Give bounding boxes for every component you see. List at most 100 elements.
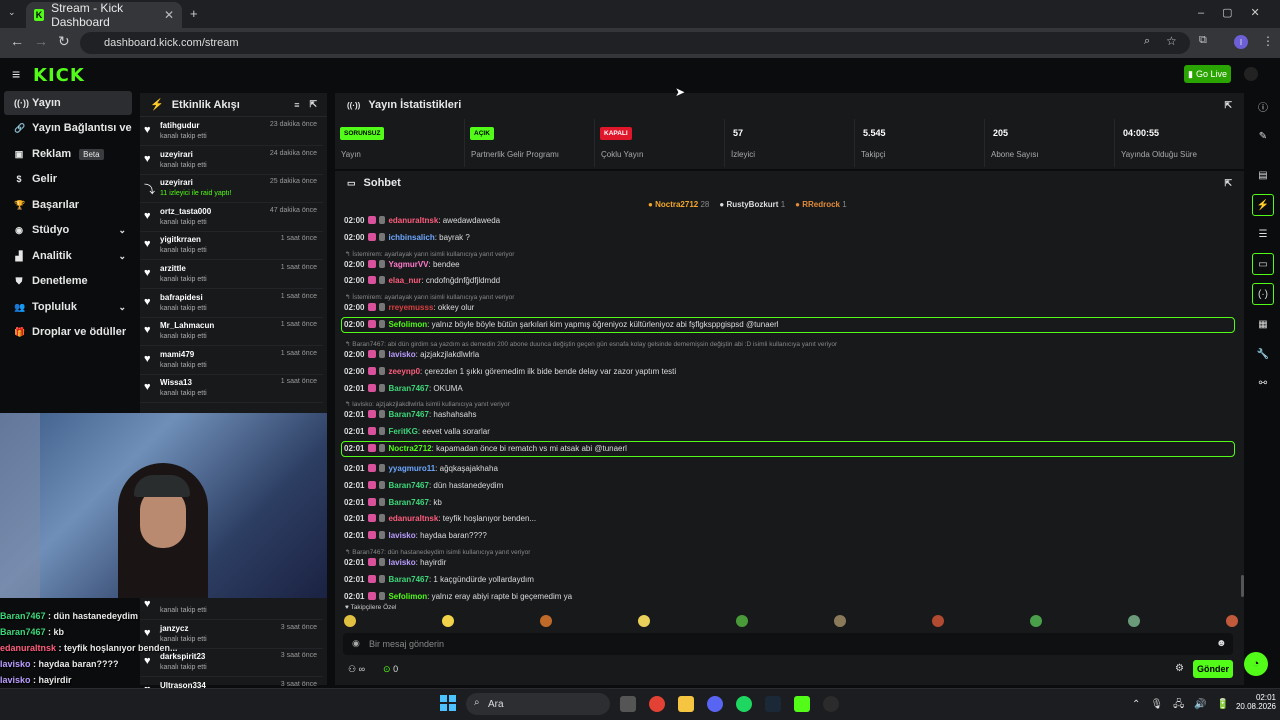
send-button[interactable]: Gönder xyxy=(1193,660,1233,678)
message-username[interactable]: Baran7467 xyxy=(388,498,428,507)
kick-app-icon[interactable] xyxy=(794,696,810,712)
steam-icon[interactable] xyxy=(765,696,781,712)
hamburger-menu-icon[interactable]: ≡ xyxy=(12,66,20,82)
back-icon[interactable]: ← xyxy=(10,33,24,49)
stats-rail-icon[interactable]: (·) xyxy=(1252,283,1274,305)
wrench-icon[interactable]: 🔧 xyxy=(1252,343,1274,365)
message-username[interactable]: edanuraltnsk xyxy=(388,216,438,225)
windows-start-icon[interactable] xyxy=(440,695,456,711)
chat-message[interactable]: 02:00 ichbinsalich: bayrak ? xyxy=(344,232,470,242)
obs-icon[interactable] xyxy=(823,696,839,712)
chat-message[interactable]: 02:00 Sefolimon: yalnız böyle böyle bütün… xyxy=(344,320,779,329)
chat-message[interactable]: 02:01 Noctra2712: kapamadan önce bi remat… xyxy=(344,444,627,453)
chat-message[interactable]: 02:01 Baran7467: hashahsahs xyxy=(344,410,477,419)
message-username[interactable]: lavisko xyxy=(388,350,415,359)
spotify-icon[interactable] xyxy=(736,696,752,712)
activity-event[interactable]: ♥ Wissa13 kanalı takip etti 1 saat önce xyxy=(140,375,323,404)
reload-icon[interactable]: ↻ xyxy=(58,33,70,50)
popout-icon[interactable]: ⇱ xyxy=(1224,100,1232,111)
sidebar-item-achievements[interactable]: 🏆 Başarılar xyxy=(4,193,132,217)
task-view-icon[interactable] xyxy=(620,696,636,712)
chat-message[interactable]: 02:01 Baran7467: OKUMA xyxy=(344,383,463,393)
emote-icon[interactable] xyxy=(1030,615,1042,627)
top-gifter[interactable]: ● RRedrock 1 xyxy=(795,200,847,209)
chat-message[interactable]: 02:01 lavisko: haydaa baran???? xyxy=(344,531,487,540)
chat-message-input[interactable]: Bir mesaj gönderin xyxy=(343,633,1233,655)
chat-message[interactable]: 02:01 Baran7467: kb xyxy=(344,497,442,507)
message-username[interactable]: YagmurVV xyxy=(388,260,428,269)
message-username[interactable]: Sefolimon xyxy=(388,320,427,329)
message-username[interactable]: Sefolimon xyxy=(388,592,427,601)
chat-message[interactable]: 02:00 zeeynp0: çerezden 1 şıkkı göremedim… xyxy=(344,366,676,376)
message-username[interactable]: lavisko xyxy=(388,531,415,540)
sidebar-item-analytics[interactable]: ▟ Analitik ⌄ xyxy=(4,244,132,268)
chat-message[interactable]: 02:00 edanuraltnsk: awedawdaweda xyxy=(344,216,500,225)
message-username[interactable]: rreyemusss xyxy=(388,303,433,312)
list-icon[interactable]: ☰ xyxy=(1252,223,1274,245)
message-username[interactable]: Baran7467 xyxy=(388,481,428,490)
activity-event[interactable]: ♥ uzeyirari kanalı takip etti 24 dakika önc… xyxy=(140,147,323,175)
message-username[interactable]: yyagmuro11 xyxy=(388,464,435,473)
browser-tab[interactable]: K Stream - Kick Dashboard ✕ xyxy=(26,1,182,29)
emote-icon[interactable] xyxy=(442,615,454,627)
message-username[interactable]: zeeynp0 xyxy=(388,367,420,376)
activity-event[interactable]: ♥ arzittle kanalı takip etti 1 saat önce xyxy=(140,261,323,289)
sidebar-item-stream-link[interactable]: 🔗 Yayın Bağlantısı ve Anahtarı xyxy=(4,116,132,140)
activity-event[interactable]: ♥ yigitkrraen kanalı takip etti 1 saat önce xyxy=(140,232,323,261)
sidebar-item-moderation[interactable]: ⛊ Denetleme xyxy=(4,269,132,293)
edit-icon[interactable]: ✎ xyxy=(1252,125,1274,147)
emote-icon[interactable] xyxy=(932,615,944,627)
chat-message[interactable]: 02:00 lavisko: ajzjakzjlakdlwlrla xyxy=(344,350,479,359)
go-live-button[interactable]: ▮ Go Live xyxy=(1184,65,1231,83)
chat-message[interactable]: 02:00 elaa_nur: cndofnğdnfğdfjldmdd xyxy=(344,276,500,285)
emote-icon[interactable] xyxy=(638,615,650,627)
message-username[interactable]: ichbinsalich xyxy=(388,233,434,242)
chat-scrollbar[interactable] xyxy=(1241,575,1244,597)
activity-event[interactable]: ♥ fatihgudur kanalı takip etti 23 dakika ön… xyxy=(140,118,323,146)
message-username[interactable]: lavisko xyxy=(388,558,415,567)
sidebar-item-drops[interactable]: 🎁 Droplar ve ödüller xyxy=(4,320,132,344)
chat-message[interactable]: 02:00 YagmurVV: bendee xyxy=(344,259,460,269)
filter-icon[interactable]: ≡ xyxy=(294,100,299,110)
chat-mode-icon[interactable]: ⚇ ∞ xyxy=(348,664,365,675)
sidebar-item-revenue[interactable]: $ Gelir xyxy=(4,167,132,191)
kick-logo[interactable]: KICK xyxy=(33,65,85,86)
profile-avatar[interactable]: I xyxy=(1234,35,1248,49)
file-explorer-icon[interactable] xyxy=(678,696,694,712)
emote-icon[interactable] xyxy=(1226,615,1238,627)
help-chat-icon[interactable]: ◔ xyxy=(1244,652,1268,676)
user-avatar[interactable] xyxy=(1244,67,1258,81)
chat-message[interactable]: 02:01 Baran7467: dün hastanedeydim xyxy=(344,480,503,490)
message-username[interactable]: FeritKG xyxy=(388,427,417,436)
activity-event[interactable]: ⤵ uzeyirari 11 izleyici ile raid yaptı! 25 … xyxy=(140,175,323,204)
chat-message[interactable]: 02:01 lavisko: hayirdir xyxy=(344,558,446,567)
top-gifter[interactable]: ● RustyBozkurt 1 xyxy=(719,200,785,209)
popout-icon[interactable]: ⇱ xyxy=(309,99,317,110)
emote-icon[interactable] xyxy=(344,615,356,627)
activity-event[interactable]: ♥ bafrapidesi kanalı takip etti 1 saat önce xyxy=(140,290,323,318)
url-field[interactable]: dashboard.kick.com/stream xyxy=(80,32,1190,54)
chat-rail-icon[interactable]: ▭ xyxy=(1252,253,1274,275)
chat-message[interactable]: 02:01 Baran7467: 1 kaçgündürde yollardayd… xyxy=(344,574,534,584)
top-gifter[interactable]: ● Noctra2712 28 xyxy=(648,200,709,209)
chat-message[interactable]: 02:01 FeritKG: eevet valla sorarlar xyxy=(344,427,490,436)
message-username[interactable]: edanuraltnsk xyxy=(388,514,438,523)
chat-message[interactable]: 02:01 yyagmuro11: ağqkaşajakhaha xyxy=(344,464,498,473)
zoom-icon[interactable]: ⌕ xyxy=(1144,35,1150,48)
extensions-icon[interactable]: ⧉ xyxy=(1199,34,1207,47)
chat-message[interactable]: 02:00 rreyemusss: okkey olur xyxy=(344,303,474,312)
new-tab-icon[interactable]: + xyxy=(190,6,198,21)
bookmark-star-icon[interactable]: ☆ xyxy=(1166,34,1177,48)
activity-event[interactable]: ♥ mami479 kanalı takip etti 1 saat önce xyxy=(140,347,323,375)
emote-icon[interactable] xyxy=(540,615,552,627)
forward-icon[interactable]: → xyxy=(34,33,48,49)
emoji-icon[interactable]: ☻ xyxy=(1216,638,1227,649)
message-username[interactable]: elaa_nur xyxy=(388,276,421,285)
chrome-icon[interactable] xyxy=(649,696,665,712)
layout-icon[interactable]: ▤ xyxy=(1252,164,1274,186)
emote-icon[interactable] xyxy=(834,615,846,627)
popout-icon[interactable]: ⇱ xyxy=(1224,178,1232,189)
tab-list-icon[interactable]: ⌄ xyxy=(8,7,16,18)
emote-icon[interactable] xyxy=(1128,615,1140,627)
sidebar-item-yayin[interactable]: ((·)) Yayın xyxy=(4,91,132,115)
